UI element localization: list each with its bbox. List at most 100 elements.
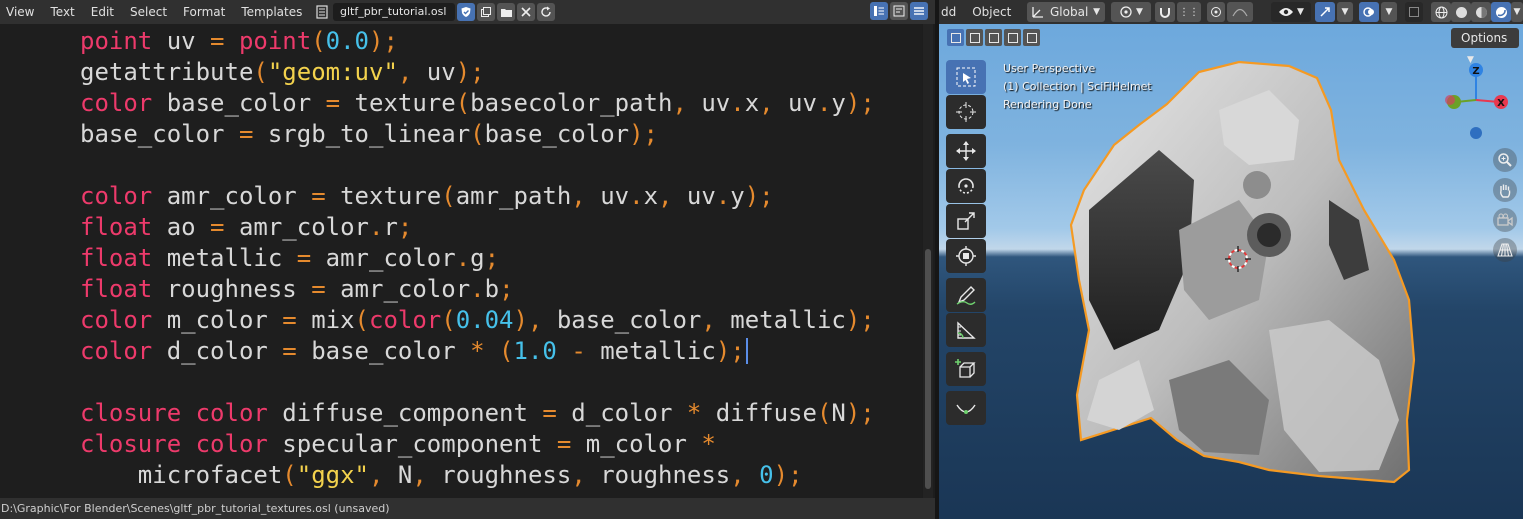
code-line[interactable]: float roughness = amr_color.b; — [80, 274, 514, 305]
zoom-icon[interactable] — [1493, 148, 1517, 172]
move-tool[interactable] — [946, 134, 986, 168]
wireframe-shading-icon[interactable] — [1431, 2, 1451, 22]
code-line[interactable]: color base_color = texture(basecolor_pat… — [80, 88, 875, 119]
measure-tool[interactable] — [946, 313, 986, 347]
overlays-dropdown-icon[interactable]: ▼ — [1381, 2, 1397, 22]
text-scrollbar[interactable] — [923, 24, 933, 498]
code-token: y — [730, 182, 745, 210]
pivot-point-dropdown[interactable]: ▼ — [1111, 2, 1151, 22]
menu-object[interactable]: Object — [964, 0, 1019, 24]
rendered-shading-icon[interactable] — [1491, 2, 1511, 22]
select-mode-subtract-icon[interactable] — [985, 29, 1002, 46]
code-token: = — [296, 244, 312, 272]
scale-tool[interactable] — [946, 204, 986, 238]
code-token: metallic — [715, 306, 846, 334]
fake-user-shield-icon[interactable] — [457, 3, 475, 21]
code-token: , — [397, 58, 413, 86]
code-line[interactable]: float ao = amr_color.r; — [80, 212, 412, 243]
code-line[interactable]: float metallic = amr_color.g; — [80, 243, 499, 274]
ruler-icon — [957, 321, 976, 339]
proportional-edit-icon[interactable] — [1207, 2, 1225, 22]
menu-select[interactable]: Select — [122, 0, 175, 24]
menu-edit[interactable]: Edit — [83, 0, 122, 24]
code-line[interactable]: color amr_color = texture(amr_path, uv.x… — [80, 181, 774, 212]
text-name-field[interactable]: gltf_pbr_tutorial.osl — [333, 3, 455, 21]
line-numbers-icon[interactable] — [870, 2, 888, 20]
code-token: * — [686, 399, 702, 427]
run-script-icon[interactable] — [537, 3, 555, 21]
pan-hand-icon[interactable] — [1493, 178, 1517, 202]
code-token: ; — [484, 244, 500, 272]
material-shading-icon[interactable] — [1471, 2, 1491, 22]
overlays-toggle-icon[interactable] — [1359, 2, 1379, 22]
solid-shading-icon[interactable] — [1451, 2, 1471, 22]
code-line[interactable]: getattribute("geom:uv", uv); — [80, 57, 485, 88]
visibility-eye-dropdown[interactable]: ▼ — [1271, 2, 1311, 22]
code-line[interactable]: closure color specular_component = m_col… — [80, 429, 716, 460]
code-line[interactable]: color d_color = base_color * (1.0 - meta… — [80, 336, 748, 367]
xray-toggle-icon[interactable] — [1405, 2, 1423, 22]
options-dropdown[interactable]: Options ▼ — [1451, 28, 1519, 65]
code-token: = — [210, 213, 225, 241]
code-token: ( — [441, 182, 456, 210]
snap-target-icon[interactable]: ⋮⋮ — [1177, 2, 1201, 22]
axis-neg-z-icon[interactable] — [1470, 127, 1482, 139]
gizmo-toggle-icon[interactable] — [1315, 2, 1335, 22]
falloff-curve-icon[interactable] — [1227, 2, 1253, 22]
menu-text[interactable]: Text — [42, 0, 82, 24]
rotate-tool[interactable] — [946, 169, 986, 203]
code-token: . — [730, 89, 745, 117]
select-mode-extend-icon[interactable] — [966, 29, 983, 46]
text-scrollbar-thumb[interactable] — [925, 249, 931, 489]
code-token: ( — [311, 27, 326, 55]
transform-orientation-dropdown[interactable]: Global ▼ — [1027, 2, 1105, 22]
cursor-tool[interactable] — [946, 95, 986, 129]
open-folder-icon[interactable] — [497, 3, 515, 21]
code-token: color — [195, 430, 268, 458]
axis-neg-x-icon[interactable] — [1445, 95, 1455, 105]
code-token: metallic — [152, 244, 297, 272]
shading-dropdown-icon[interactable]: ▼ — [1511, 2, 1523, 22]
cursor-curve-tool[interactable] — [946, 391, 986, 425]
annotate-tool[interactable] — [946, 278, 986, 312]
select-mode-invert-icon[interactable] — [1004, 29, 1021, 46]
code-line[interactable]: color m_color = mix(color(0.04), base_co… — [80, 305, 875, 336]
transform-tool[interactable] — [946, 239, 986, 273]
menu-templates[interactable]: Templates — [233, 0, 310, 24]
snap-magnet-icon[interactable] — [1155, 2, 1175, 22]
axis-x-label: X — [1497, 98, 1505, 109]
code-token: color — [195, 399, 268, 427]
syntax-highlight-icon[interactable] — [910, 2, 928, 20]
add-cube-tool[interactable] — [946, 352, 986, 386]
code-token: ); — [629, 120, 659, 148]
gizmo-dropdown-icon[interactable]: ▼ — [1337, 2, 1353, 22]
code-line[interactable]: point uv = point(0.0); — [80, 26, 398, 57]
code-token: diffuse — [701, 399, 817, 427]
select-mode-new-icon[interactable] — [947, 29, 964, 46]
menu-add[interactable]: dd — [939, 0, 964, 24]
code-line[interactable]: closure color diffuse_component = d_colo… — [80, 398, 875, 429]
code-line[interactable]: base_color = srgb_to_linear(base_color); — [80, 119, 658, 150]
unlink-close-icon[interactable] — [517, 3, 535, 21]
3d-cursor-icon — [956, 102, 976, 122]
camera-view-icon[interactable] — [1493, 208, 1517, 232]
code-line[interactable]: microfacet("ggx", N, roughness, roughnes… — [80, 460, 803, 491]
pencil-icon — [956, 286, 976, 305]
duplicate-icon[interactable] — [477, 3, 495, 21]
code-token: 0.0 — [325, 27, 370, 55]
menu-view[interactable]: View — [0, 0, 42, 24]
word-wrap-icon[interactable] — [890, 2, 908, 20]
code-token: uv — [686, 89, 731, 117]
code-editor[interactable]: point uv = point(0.0); getattribute("geom… — [0, 24, 922, 498]
code-token: ); — [455, 58, 485, 86]
3d-viewport[interactable]: dd Object Global ▼ ▼ ⋮⋮ ▼ ▼ ▼ ▼ Options … — [939, 0, 1523, 519]
navigation-gizmo[interactable]: Z X — [1439, 62, 1519, 142]
text-browse-icon[interactable] — [313, 3, 331, 21]
select-box-tool[interactable] — [946, 60, 986, 94]
text-caret — [745, 338, 748, 364]
code-token: texture — [340, 89, 456, 117]
perspective-grid-icon[interactable] — [1493, 238, 1517, 262]
select-mode-intersect-icon[interactable] — [1023, 29, 1040, 46]
menu-format[interactable]: Format — [175, 0, 233, 24]
